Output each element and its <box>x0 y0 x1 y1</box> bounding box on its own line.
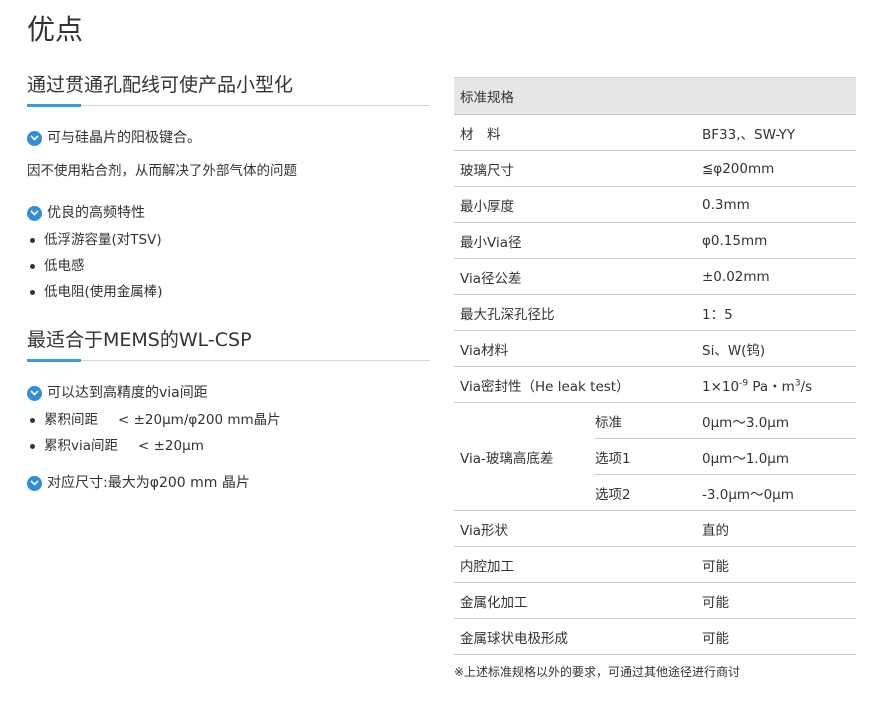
row-value: -3.0μm～0μm <box>702 474 856 511</box>
row-value: 0μm～1.0μm <box>702 438 856 475</box>
row-value: 可能 <box>702 546 856 583</box>
table-row: 最大孔深孔径比 1：5 <box>454 294 856 331</box>
chevron-down-icon <box>27 385 42 401</box>
row-value: 0μm～3.0μm <box>702 402 856 439</box>
row-value: 0.3mm <box>702 186 856 223</box>
row-value: ±0.02mm <box>702 258 856 295</box>
point-high-frequency: 优良的高频特性 <box>27 203 430 223</box>
footnote: ※上述标准规格以外的要求，可通过其他途径进行商讨 <box>454 665 741 679</box>
advantages-column: 通过贯通孔配线可使产品小型化 可与硅晶片的阳极键合。 因不使用粘合剂，从而解决了… <box>27 70 430 493</box>
row-label: 金属球状电极形成 <box>454 618 702 655</box>
seal-value-unit: Pa・m <box>748 378 795 395</box>
table-row: 材 料 BF33,、SW-YY <box>454 114 856 151</box>
chevron-down-icon <box>27 130 42 146</box>
table-row: 金属化加工 可能 <box>454 582 856 619</box>
seal-value-unit-suffix: /s <box>800 378 813 395</box>
list-item: 低浮游容量(对TSV) <box>27 227 430 253</box>
row-value: BF33,、SW-YY <box>702 114 856 151</box>
table-row: Via径公差 ±0.02mm <box>454 258 856 295</box>
row-label: 最小厚度 <box>454 186 702 223</box>
list-item: 累积via间距 < ±20μm <box>27 433 430 459</box>
list-item: 低电阻(使用金属棒) <box>27 279 430 305</box>
pitch-value: < ±20μm <box>138 438 204 454</box>
row-label: Via形状 <box>454 510 702 547</box>
seal-value-exponent: -9 <box>739 378 749 388</box>
row-label: Via材料 <box>454 330 702 367</box>
table-row: Via材料 Si、W(钨) <box>454 330 856 367</box>
list-item: 累积间距 < ±20μm/φ200 mm晶片 <box>27 407 430 433</box>
table-header: 标准规格 <box>454 77 856 115</box>
point-via-pitch: 可以达到高精度的via间距 <box>27 383 430 403</box>
row-label: 材 料 <box>454 114 702 151</box>
row-value: φ0.15mm <box>702 222 856 259</box>
page-title: 优点 <box>27 13 84 46</box>
option-name: 选项1 <box>595 438 702 475</box>
row-label: 玻璃尺寸 <box>454 150 702 187</box>
section-heading-wlcsp: 最适合于MEMS的WL-CSP <box>27 325 430 362</box>
option-name: 选项2 <box>595 474 702 511</box>
chevron-down-icon <box>27 205 42 221</box>
table-row: Via形状 直的 <box>454 510 856 547</box>
section-heading-miniaturization: 通过贯通孔配线可使产品小型化 <box>27 70 430 107</box>
table-row: 最小厚度 0.3mm <box>454 186 856 223</box>
row-label: 金属化加工 <box>454 582 702 619</box>
row-value: 1×10-9 Pa・m3/s <box>702 366 856 403</box>
pitch-label: 累积间距 <box>44 412 98 428</box>
pitch-value: < ±20μm/φ200 mm晶片 <box>118 412 281 428</box>
table-row: Via密封性（He leak test） 1×10-9 Pa・m3/s <box>454 366 856 403</box>
spec-table: 标准规格 材 料 BF33,、SW-YY 玻璃尺寸 ≦φ200mm 最小厚度 0.3m… <box>454 77 856 655</box>
table-row: 玻璃尺寸 ≦φ200mm <box>454 150 856 187</box>
table-row: 金属球状电极形成 可能 <box>454 618 856 655</box>
table-row: Via-玻璃高底差 标准 0μm～3.0μm <box>454 402 856 511</box>
row-label: 最小Via径 <box>454 222 702 259</box>
point-text: 优良的高频特性 <box>47 205 145 221</box>
point-text: 可与硅晶片的阳极键合。 <box>47 130 201 146</box>
row-label: Via-玻璃高底差 <box>454 402 595 511</box>
seal-value-base: 1×10 <box>702 378 740 395</box>
option-name: 标准 <box>595 402 702 439</box>
point-text: 可以达到高精度的via间距 <box>47 385 208 401</box>
row-value: Si、W(钨) <box>702 330 856 367</box>
description-text: 因不使用粘合剂，从而解决了外部气体的问题 <box>27 163 297 179</box>
table-row: 内腔加工 可能 <box>454 546 856 583</box>
list-item: 低电感 <box>27 253 430 279</box>
feature-list: 低浮游容量(对TSV) 低电感 低电阻(使用金属棒) <box>27 227 430 305</box>
table-row: 最小Via径 φ0.15mm <box>454 222 856 259</box>
point-anodic-bonding: 可与硅晶片的阳极键合。 <box>27 128 430 148</box>
pitch-label: 累积via间距 <box>44 438 119 454</box>
row-value: ≦φ200mm <box>702 150 856 187</box>
row-value: 可能 <box>702 582 856 619</box>
row-value: 可能 <box>702 618 856 655</box>
row-value: 1：5 <box>702 294 856 331</box>
point-size: 对应尺寸:最大为φ200 mm 晶片 <box>27 473 430 493</box>
row-label: Via密封性（He leak test） <box>454 366 702 403</box>
row-label: 内腔加工 <box>454 546 702 583</box>
pitch-list: 累积间距 < ±20μm/φ200 mm晶片 累积via间距 < ±20μm <box>27 407 430 459</box>
row-label: Via径公差 <box>454 258 702 295</box>
chevron-down-icon <box>27 475 42 491</box>
row-value: 直的 <box>702 510 856 547</box>
row-label: 最大孔深孔径比 <box>454 294 702 331</box>
point-text: 对应尺寸:最大为φ200 mm 晶片 <box>47 475 250 491</box>
table-header-row: 标准规格 <box>454 77 856 115</box>
